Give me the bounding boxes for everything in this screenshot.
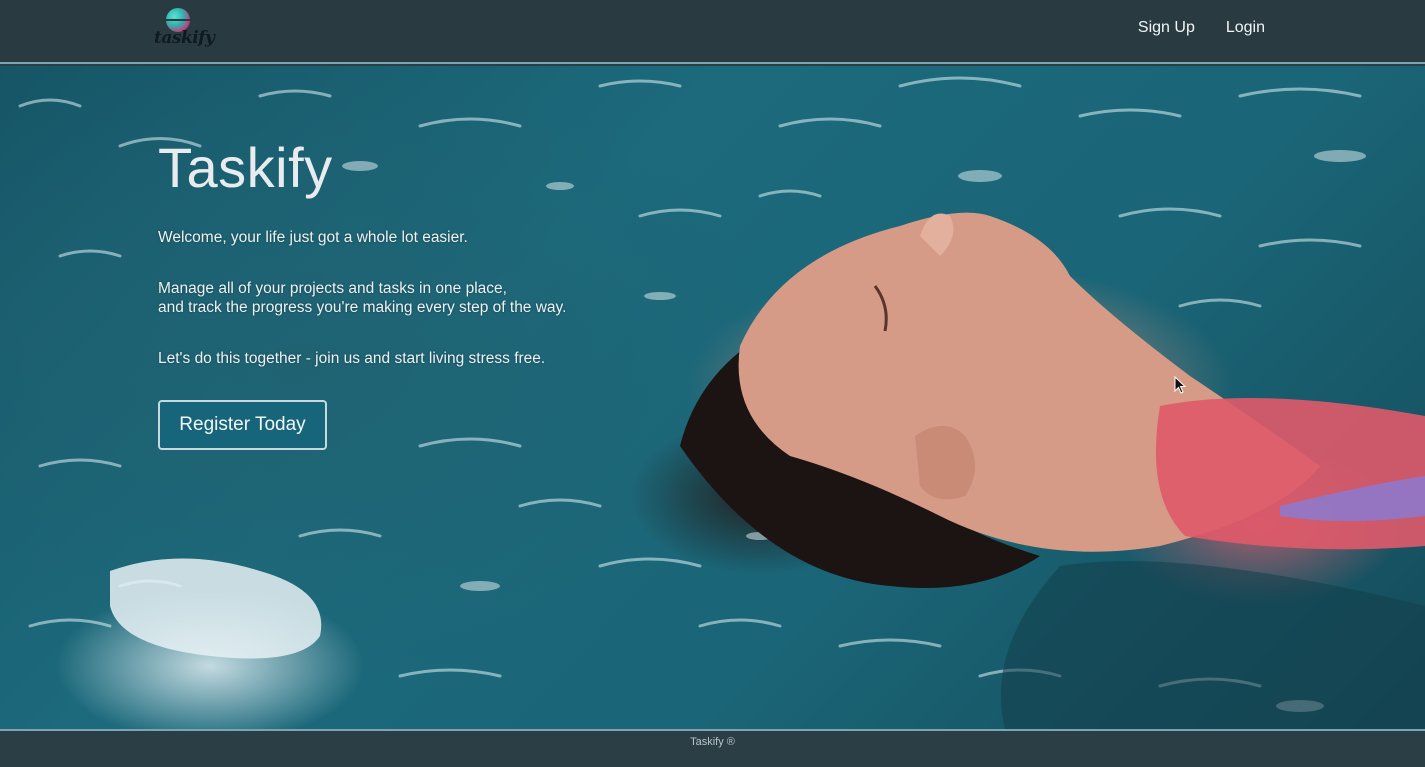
top-navbar: taskify Sign Up Login	[0, 0, 1425, 64]
hero-description-line-2: and track the progress you're making eve…	[158, 299, 567, 316]
sign-up-link[interactable]: Sign Up	[1138, 19, 1195, 37]
hero-title: Taskify	[158, 136, 333, 199]
hero-description: Manage all of your projects and tasks in…	[158, 279, 566, 317]
footer-copyright: Taskify ®	[690, 736, 735, 748]
footer: Taskify ®	[0, 729, 1425, 767]
register-today-button[interactable]: Register Today	[158, 400, 327, 450]
hero-section: Taskify Welcome, your life just got a wh…	[0, 66, 1425, 729]
logo-wordmark: taskify	[154, 28, 215, 48]
nav-links: Sign Up Login	[1138, 19, 1265, 37]
hero-content: Taskify Welcome, your life just got a wh…	[158, 132, 718, 450]
hero-description-line-1: Manage all of your projects and tasks in…	[158, 280, 507, 297]
mouse-cursor-icon	[1174, 376, 1186, 394]
hero-welcome-text: Welcome, your life just got a whole lot …	[158, 229, 468, 246]
taskify-logo[interactable]: taskify	[152, 6, 215, 54]
login-link[interactable]: Login	[1226, 19, 1265, 37]
hero-call-to-action-text: Let's do this together - join us and sta…	[158, 350, 546, 367]
